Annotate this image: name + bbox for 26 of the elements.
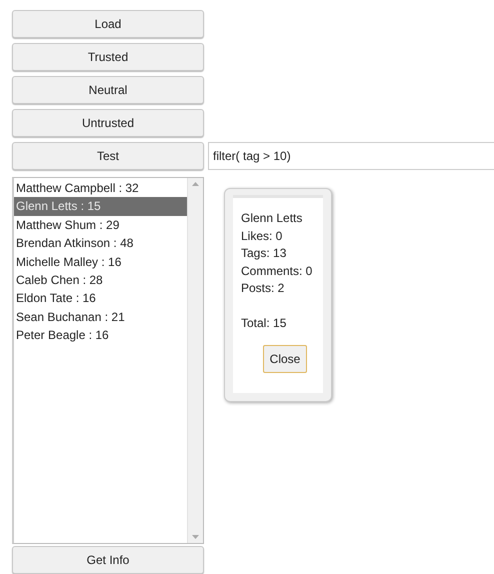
user-item[interactable]: Sean Buchanan : 21	[14, 308, 187, 326]
user-item[interactable]: Eldon Tate : 16	[14, 289, 187, 308]
query-field[interactable]: filter( tag > 10)	[208, 142, 494, 170]
user-item[interactable]: Matthew Campbell : 32	[14, 179, 187, 198]
user-item[interactable]: Caleb Chen : 28	[14, 270, 187, 290]
close-button[interactable]: Close	[262, 344, 308, 372]
user-item[interactable]: Matthew Shum : 29	[14, 216, 187, 234]
action-button[interactable]: Trusted	[12, 43, 204, 71]
user-item[interactable]: Michelle Malley : 16	[14, 252, 187, 271]
user-item[interactable]: Peter Beagle : 16	[14, 326, 187, 345]
stat-line: Posts: 2	[241, 280, 286, 297]
action-button[interactable]: Untrusted	[12, 109, 204, 137]
scrollbar[interactable]	[187, 178, 203, 543]
scroll-down-icon[interactable]	[192, 535, 199, 539]
test-button[interactable]: Test	[12, 142, 204, 170]
total-line: Total: 15	[241, 315, 288, 332]
user-item[interactable]: Brendan Atkinson : 48	[14, 234, 187, 253]
stat-line: Tags: 13	[241, 245, 288, 262]
get-info-button[interactable]: Get Info	[12, 546, 204, 574]
user-item[interactable]: Glenn Letts : 15	[14, 197, 187, 216]
stat-line: Comments: 0	[241, 262, 314, 280]
scroll-up-icon[interactable]	[192, 182, 199, 186]
action-button[interactable]: Load	[12, 10, 204, 38]
user-name: Glenn Letts	[241, 210, 304, 227]
action-button[interactable]: Neutral	[12, 76, 204, 104]
stat-line: Likes: 0	[241, 228, 284, 244]
